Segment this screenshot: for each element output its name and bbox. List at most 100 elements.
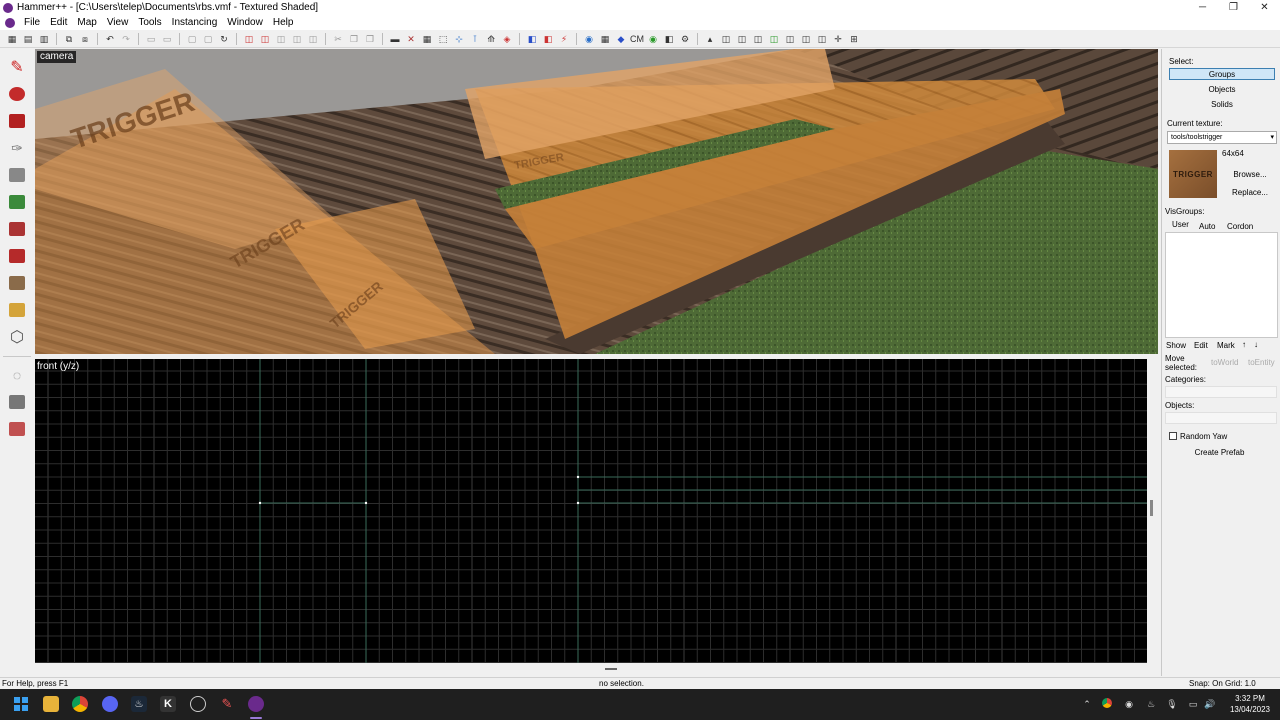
random-yaw-checkbox[interactable]: [1169, 432, 1177, 440]
menu-file[interactable]: File: [19, 15, 45, 30]
apply-texture-icon[interactable]: [5, 217, 29, 241]
prop-tool-icon[interactable]: [5, 417, 29, 441]
redo-icon[interactable]: ↷: [120, 33, 132, 45]
current-texture-select[interactable]: tools/toolstrigger ▾: [1167, 131, 1277, 144]
selection-icon[interactable]: ⊹: [453, 33, 465, 45]
tray-chevron-icon[interactable]: ⌃: [1081, 698, 1093, 710]
move-icon[interactable]: ✛: [832, 33, 844, 45]
network-icon[interactable]: ▭: [1187, 698, 1199, 710]
group-icon[interactable]: ⧉: [63, 33, 75, 45]
discord-icon[interactable]: [102, 696, 118, 712]
visgroup-mark-button[interactable]: Mark: [1217, 341, 1235, 350]
chrome-icon[interactable]: [72, 696, 88, 712]
radius-culling-icon[interactable]: ◈: [501, 33, 513, 45]
menu-instancing[interactable]: Instancing: [167, 15, 223, 30]
texture-scale-lock-icon[interactable]: ◫: [291, 33, 303, 45]
tray-chrome-icon[interactable]: [1102, 698, 1112, 708]
menu-map[interactable]: Map: [72, 15, 101, 30]
to-world-button[interactable]: toWorld: [1211, 358, 1238, 367]
show-items-icon[interactable]: ◫: [736, 33, 748, 45]
copy-icon[interactable]: ▭: [161, 33, 173, 45]
move-up-icon[interactable]: ↑: [1242, 340, 1246, 349]
clip-tool-icon[interactable]: [5, 298, 29, 322]
path-tool-icon[interactable]: ◌: [5, 363, 29, 387]
overlay-tool-icon[interactable]: [5, 271, 29, 295]
select-objects-button[interactable]: Objects: [1169, 83, 1275, 95]
viewport-bottom-handle[interactable]: [605, 668, 617, 670]
hide-items-icon[interactable]: ▴: [704, 33, 716, 45]
objects-select[interactable]: [1165, 412, 1277, 424]
toggle-models-icon[interactable]: ⊺: [469, 33, 481, 45]
texture-lock-icon[interactable]: ◫: [275, 33, 287, 45]
decal-tool-icon[interactable]: [5, 244, 29, 268]
texture-preview[interactable]: TRIGGER: [1169, 150, 1217, 198]
select-solids-button[interactable]: Solids: [1169, 98, 1275, 110]
tool-3-icon[interactable]: ◫: [816, 33, 828, 45]
camera-viewport-label[interactable]: camera: [37, 51, 77, 63]
file-explorer-icon[interactable]: [43, 696, 59, 712]
visgroup-tab-user[interactable]: User: [1172, 220, 1189, 229]
visgroup-edit-button[interactable]: Edit: [1194, 341, 1208, 350]
visgroup-list[interactable]: [1165, 232, 1278, 338]
settings-icon[interactable]: ⚙: [679, 33, 691, 45]
menu-help[interactable]: Help: [268, 15, 299, 30]
help-icon[interactable]: ▦: [599, 33, 611, 45]
hide-items-2-icon[interactable]: ◫: [720, 33, 732, 45]
entity-report-icon[interactable]: ◧: [526, 33, 538, 45]
visgroup-show-button[interactable]: Show: [1166, 341, 1186, 350]
camera-viewport[interactable]: TRIGGER TRIGGER TRIGGER TRIGGER camera: [35, 49, 1158, 354]
menu-window[interactable]: Window: [222, 15, 268, 30]
replace-button[interactable]: Replace...: [1224, 186, 1276, 198]
camera-tool-icon[interactable]: [5, 109, 29, 133]
grid-smaller-icon[interactable]: ▤: [22, 33, 34, 45]
select-items-icon[interactable]: ◫: [752, 33, 764, 45]
volume-icon[interactable]: 🔊: [1204, 698, 1216, 710]
menu-view[interactable]: View: [102, 15, 134, 30]
compile-icon[interactable]: ⚡: [558, 33, 570, 45]
steam-icon[interactable]: ♨: [131, 696, 147, 712]
cordon-icon[interactable]: ⬚: [437, 33, 449, 45]
tool-2-icon[interactable]: ◫: [800, 33, 812, 45]
menu-tools[interactable]: Tools: [133, 15, 166, 30]
green-tool-icon[interactable]: ◉: [647, 33, 659, 45]
browse-button[interactable]: Browse...: [1224, 168, 1276, 180]
copy-disabled-icon[interactable]: ❐: [348, 33, 360, 45]
selection-tool-icon[interactable]: ✎: [5, 55, 29, 79]
brush-outline-icon[interactable]: ⟰: [485, 33, 497, 45]
document-icon[interactable]: [5, 17, 15, 28]
undo-icon[interactable]: ↶: [104, 33, 116, 45]
paste-special-icon[interactable]: ▢: [202, 33, 214, 45]
blue-tool-icon[interactable]: ◧: [663, 33, 675, 45]
front-viewport-label[interactable]: front (y/z): [37, 361, 79, 373]
cut-disabled-icon[interactable]: ✂: [332, 33, 344, 45]
close-button[interactable]: ✕: [1249, 0, 1280, 15]
move-2-icon[interactable]: ⊞: [848, 33, 860, 45]
minimize-button[interactable]: ─: [1187, 0, 1218, 15]
vertex-tool-icon[interactable]: ⬡: [5, 325, 29, 349]
hide-icon[interactable]: ▬: [389, 33, 401, 45]
front-viewport[interactable]: front (y/z): [35, 359, 1147, 663]
categories-select[interactable]: [1165, 386, 1277, 398]
visgroup-tab-auto[interactable]: Auto: [1199, 222, 1215, 231]
microphone-icon[interactable]: 🎙: [1166, 698, 1178, 710]
create-prefab-button[interactable]: Create Prefab: [1174, 446, 1265, 458]
grid-icon[interactable]: ▦: [6, 33, 18, 45]
visgroup-tab-cordon[interactable]: Cordon: [1227, 222, 1253, 231]
texture-tool-icon[interactable]: [5, 190, 29, 214]
ignore-groups-icon[interactable]: ◫: [307, 33, 319, 45]
to-entity-button[interactable]: toEntity: [1248, 358, 1275, 367]
hammer-tool-icon[interactable]: ✎: [219, 696, 235, 712]
check-problems-icon[interactable]: ◧: [542, 33, 554, 45]
cm-icon[interactable]: CM: [630, 33, 644, 45]
app-icon[interactable]: K: [160, 696, 176, 712]
tray-steam-icon[interactable]: ♨: [1145, 698, 1157, 710]
sound-icon[interactable]: ◉: [583, 33, 595, 45]
paste-icon[interactable]: ▢: [186, 33, 198, 45]
sculpt-tool-icon[interactable]: [5, 390, 29, 414]
windows-start-icon[interactable]: [13, 696, 29, 712]
select-groups-button[interactable]: Groups: [1169, 68, 1275, 80]
cut-icon[interactable]: ▭: [145, 33, 157, 45]
filter-icon[interactable]: ◫: [768, 33, 780, 45]
tool-1-icon[interactable]: ◫: [784, 33, 796, 45]
taskbar-clock[interactable]: 3:32 PM 13/04/2023: [1226, 693, 1274, 715]
